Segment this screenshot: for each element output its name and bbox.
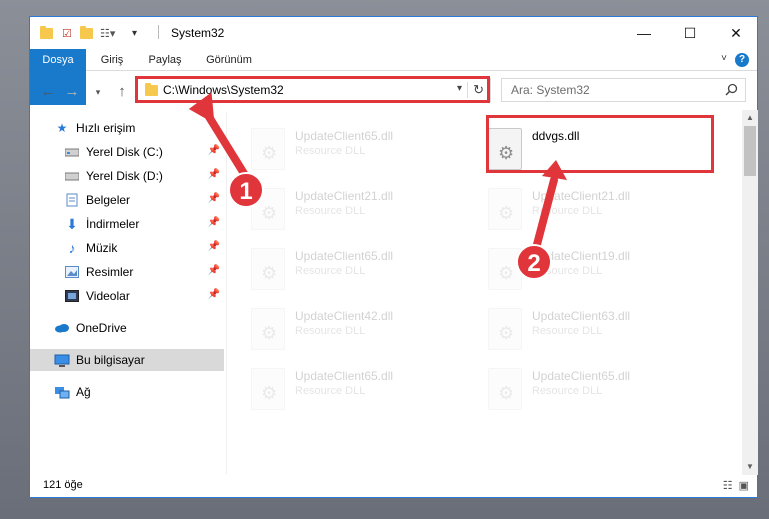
arrow-2-head bbox=[542, 160, 567, 180]
callout-badge-2: 2 bbox=[516, 244, 552, 280]
callout-badge-1: 1 bbox=[228, 172, 264, 208]
arrow-1-head bbox=[188, 92, 215, 124]
arrow-2 bbox=[531, 176, 558, 256]
callout-arrows bbox=[188, 92, 567, 256]
